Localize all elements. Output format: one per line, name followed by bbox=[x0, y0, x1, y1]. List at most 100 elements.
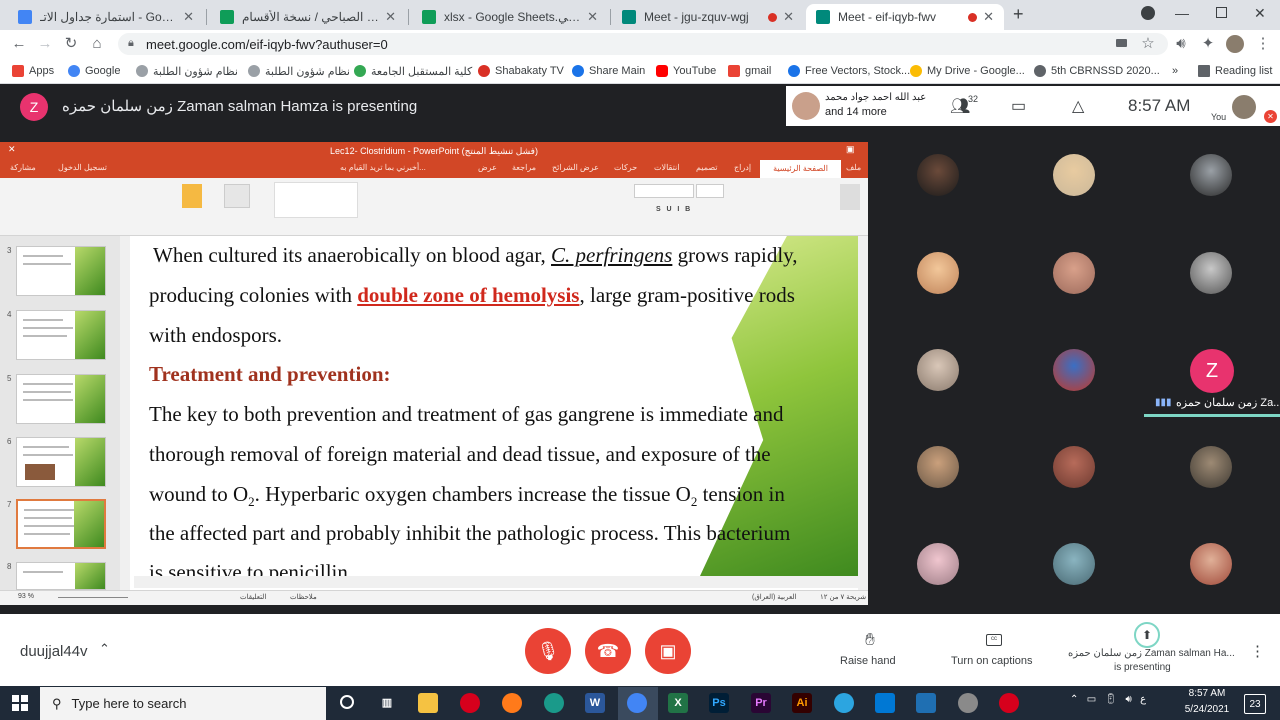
browser-tab[interactable]: Meet - jgu-zquv-wgj ✕ bbox=[612, 4, 804, 30]
bookmarks-overflow[interactable]: » bbox=[1172, 62, 1178, 80]
photoshop-icon[interactable]: Ps bbox=[709, 693, 729, 713]
bookmark-item[interactable]: نظام شؤون الطلبة bbox=[248, 62, 350, 80]
speaker-icon[interactable]: 🔊︎ bbox=[1170, 33, 1192, 55]
window-close-icon[interactable]: ✕ bbox=[1254, 5, 1266, 22]
extensions-icon[interactable]: ✦ bbox=[1197, 33, 1219, 55]
taskbar-time[interactable]: 8:57 AM bbox=[1185, 688, 1229, 699]
opera-icon[interactable] bbox=[460, 693, 480, 713]
meeting-code[interactable]: duujjal44v bbox=[20, 643, 88, 660]
ppt-close-icon[interactable]: ✕ bbox=[8, 144, 16, 155]
cortana-icon[interactable] bbox=[340, 695, 354, 709]
captions-icon[interactable]: cc bbox=[986, 634, 1002, 646]
maximize-icon[interactable] bbox=[1216, 7, 1227, 18]
notifications-icon[interactable]: 23 bbox=[1244, 694, 1266, 714]
participant-avatar[interactable] bbox=[917, 154, 959, 196]
ppt-tab-design[interactable]: تصميم bbox=[696, 163, 718, 172]
bookmark-item[interactable]: نظام شؤون الطلبة bbox=[136, 62, 238, 80]
bookmark-item[interactable]: 5th CBRNSSD 2020... bbox=[1034, 62, 1160, 80]
font-name-box[interactable] bbox=[696, 184, 724, 198]
status-notes[interactable]: ملاحظات bbox=[290, 593, 317, 601]
taskbar-date[interactable]: 5/24/2021 bbox=[1182, 704, 1232, 715]
edge-icon[interactable] bbox=[544, 693, 564, 713]
store-icon[interactable] bbox=[916, 693, 936, 713]
bookmark-item[interactable]: Free Vectors, Stock... bbox=[788, 62, 910, 80]
hang-up-button[interactable]: ☎︎ bbox=[585, 628, 631, 674]
ppt-tab-file[interactable]: ملف bbox=[846, 163, 861, 172]
chrome-icon[interactable] bbox=[627, 693, 647, 713]
slide-hscrollbar[interactable] bbox=[134, 576, 858, 588]
slide-thumbnail[interactable] bbox=[16, 374, 106, 424]
participant-avatar[interactable] bbox=[1190, 154, 1232, 196]
word-icon[interactable]: W bbox=[585, 693, 605, 713]
camera-off-button[interactable]: ▣ bbox=[645, 628, 691, 674]
premiere-icon[interactable]: Pr bbox=[751, 693, 771, 713]
slide-thumbnail[interactable] bbox=[16, 437, 106, 487]
app-icon[interactable] bbox=[958, 693, 978, 713]
close-icon[interactable]: ✕ bbox=[183, 9, 194, 25]
mic-off-button[interactable]: 🎙︎ bbox=[525, 628, 571, 674]
camera-icon[interactable] bbox=[1116, 39, 1127, 47]
star-icon[interactable]: ☆ bbox=[1137, 33, 1159, 55]
participant-avatar[interactable] bbox=[1053, 252, 1095, 294]
slide-thumbnail[interactable] bbox=[16, 562, 106, 590]
slide-scrollbar[interactable] bbox=[858, 236, 868, 590]
arrange-icon[interactable] bbox=[224, 184, 250, 208]
present-screen-icon[interactable]: ⬆ bbox=[1134, 622, 1160, 648]
close-icon[interactable]: ✕ bbox=[385, 9, 396, 25]
firefox-icon[interactable] bbox=[502, 693, 522, 713]
bookmark-youtube[interactable]: YouTube bbox=[656, 62, 716, 80]
ppt-tab-view[interactable]: عرض bbox=[478, 163, 497, 172]
ppt-tab-transitions[interactable]: انتقالات bbox=[654, 163, 679, 172]
windows-start-icon[interactable] bbox=[12, 695, 28, 711]
close-icon[interactable]: ✕ bbox=[983, 9, 994, 25]
ppt-save-icon[interactable]: ▣ bbox=[846, 144, 855, 155]
bookmark-item[interactable]: My Drive - Google... bbox=[910, 62, 1025, 80]
raise-hand-label[interactable]: Raise hand bbox=[840, 655, 896, 667]
quick-styles-icon[interactable] bbox=[182, 184, 202, 208]
paste-icon[interactable] bbox=[840, 184, 860, 210]
minimize-icon[interactable]: — bbox=[1175, 5, 1189, 21]
browser-tab[interactable]: استمارة جداول الاتـ - Google Drive ✕ bbox=[8, 4, 204, 30]
status-comments[interactable]: التعليقات bbox=[240, 593, 266, 601]
ppt-tab-insert[interactable]: إدراج bbox=[734, 163, 751, 172]
file-explorer-icon[interactable] bbox=[418, 693, 438, 713]
participant-avatar[interactable] bbox=[1053, 446, 1095, 488]
mail-icon[interactable] bbox=[875, 693, 895, 713]
participant-avatar[interactable] bbox=[1190, 446, 1232, 488]
input-language[interactable]: ع bbox=[1140, 694, 1146, 705]
raise-hand-icon[interactable]: ✋︎ bbox=[858, 630, 882, 650]
ppt-tab-slideshow[interactable]: عرض الشرائح bbox=[552, 163, 599, 172]
chat-icon[interactable]: ▭ bbox=[1011, 96, 1026, 116]
profile-avatar[interactable] bbox=[1226, 35, 1244, 53]
participant-avatar[interactable] bbox=[1053, 154, 1095, 196]
bookmark-apps[interactable]: Apps bbox=[12, 62, 54, 80]
browser-tab[interactable]: xlsx - Google Sheets.الصباحي ✕ bbox=[412, 4, 608, 30]
ppt-sign-in[interactable]: تسجيل الدخول bbox=[58, 163, 107, 172]
ppt-tell-me[interactable]: أخبرني بما تريد القيام به... bbox=[340, 163, 426, 172]
bookmark-item[interactable]: Share Main bbox=[572, 62, 645, 80]
excel-icon[interactable]: X bbox=[668, 693, 688, 713]
address-bar[interactable]: 🔒︎ meet.google.com/eif-iqyb-fwv?authuser… bbox=[118, 33, 1168, 55]
telegram-icon[interactable] bbox=[834, 693, 854, 713]
participant-avatar[interactable] bbox=[917, 252, 959, 294]
bookmark-gmail[interactable]: gmail bbox=[728, 62, 771, 80]
tab-search-icon[interactable] bbox=[1141, 6, 1155, 20]
slide-thumbnail[interactable] bbox=[16, 246, 106, 296]
font-size-box[interactable] bbox=[634, 184, 694, 198]
shapes-gallery[interactable] bbox=[274, 182, 358, 218]
browser-tab[interactable]: الصباحي / نسخة الأقسام Sheets ✕ bbox=[210, 4, 406, 30]
chevron-up-icon[interactable]: ⌃ bbox=[99, 641, 110, 657]
reading-list[interactable]: Reading list bbox=[1198, 62, 1272, 80]
home-icon[interactable]: ⌂ bbox=[86, 33, 108, 55]
captions-label[interactable]: Turn on captions bbox=[951, 655, 1033, 667]
participant-avatar[interactable] bbox=[1190, 543, 1232, 585]
menu-icon[interactable]: ⋮ bbox=[1252, 33, 1274, 55]
close-icon[interactable]: ✕ bbox=[587, 9, 598, 25]
back-icon[interactable]: ← bbox=[8, 33, 30, 55]
format-buttons[interactable]: S U I B bbox=[656, 206, 690, 213]
new-tab-icon[interactable]: + bbox=[1013, 4, 1024, 25]
more-options-icon[interactable]: ⋮ bbox=[1250, 642, 1265, 660]
browser-tab-active[interactable]: Meet - eif-iqyb-fwv ✕ bbox=[806, 4, 1004, 30]
close-icon[interactable]: ✕ bbox=[783, 9, 794, 25]
participant-avatar[interactable] bbox=[917, 349, 959, 391]
